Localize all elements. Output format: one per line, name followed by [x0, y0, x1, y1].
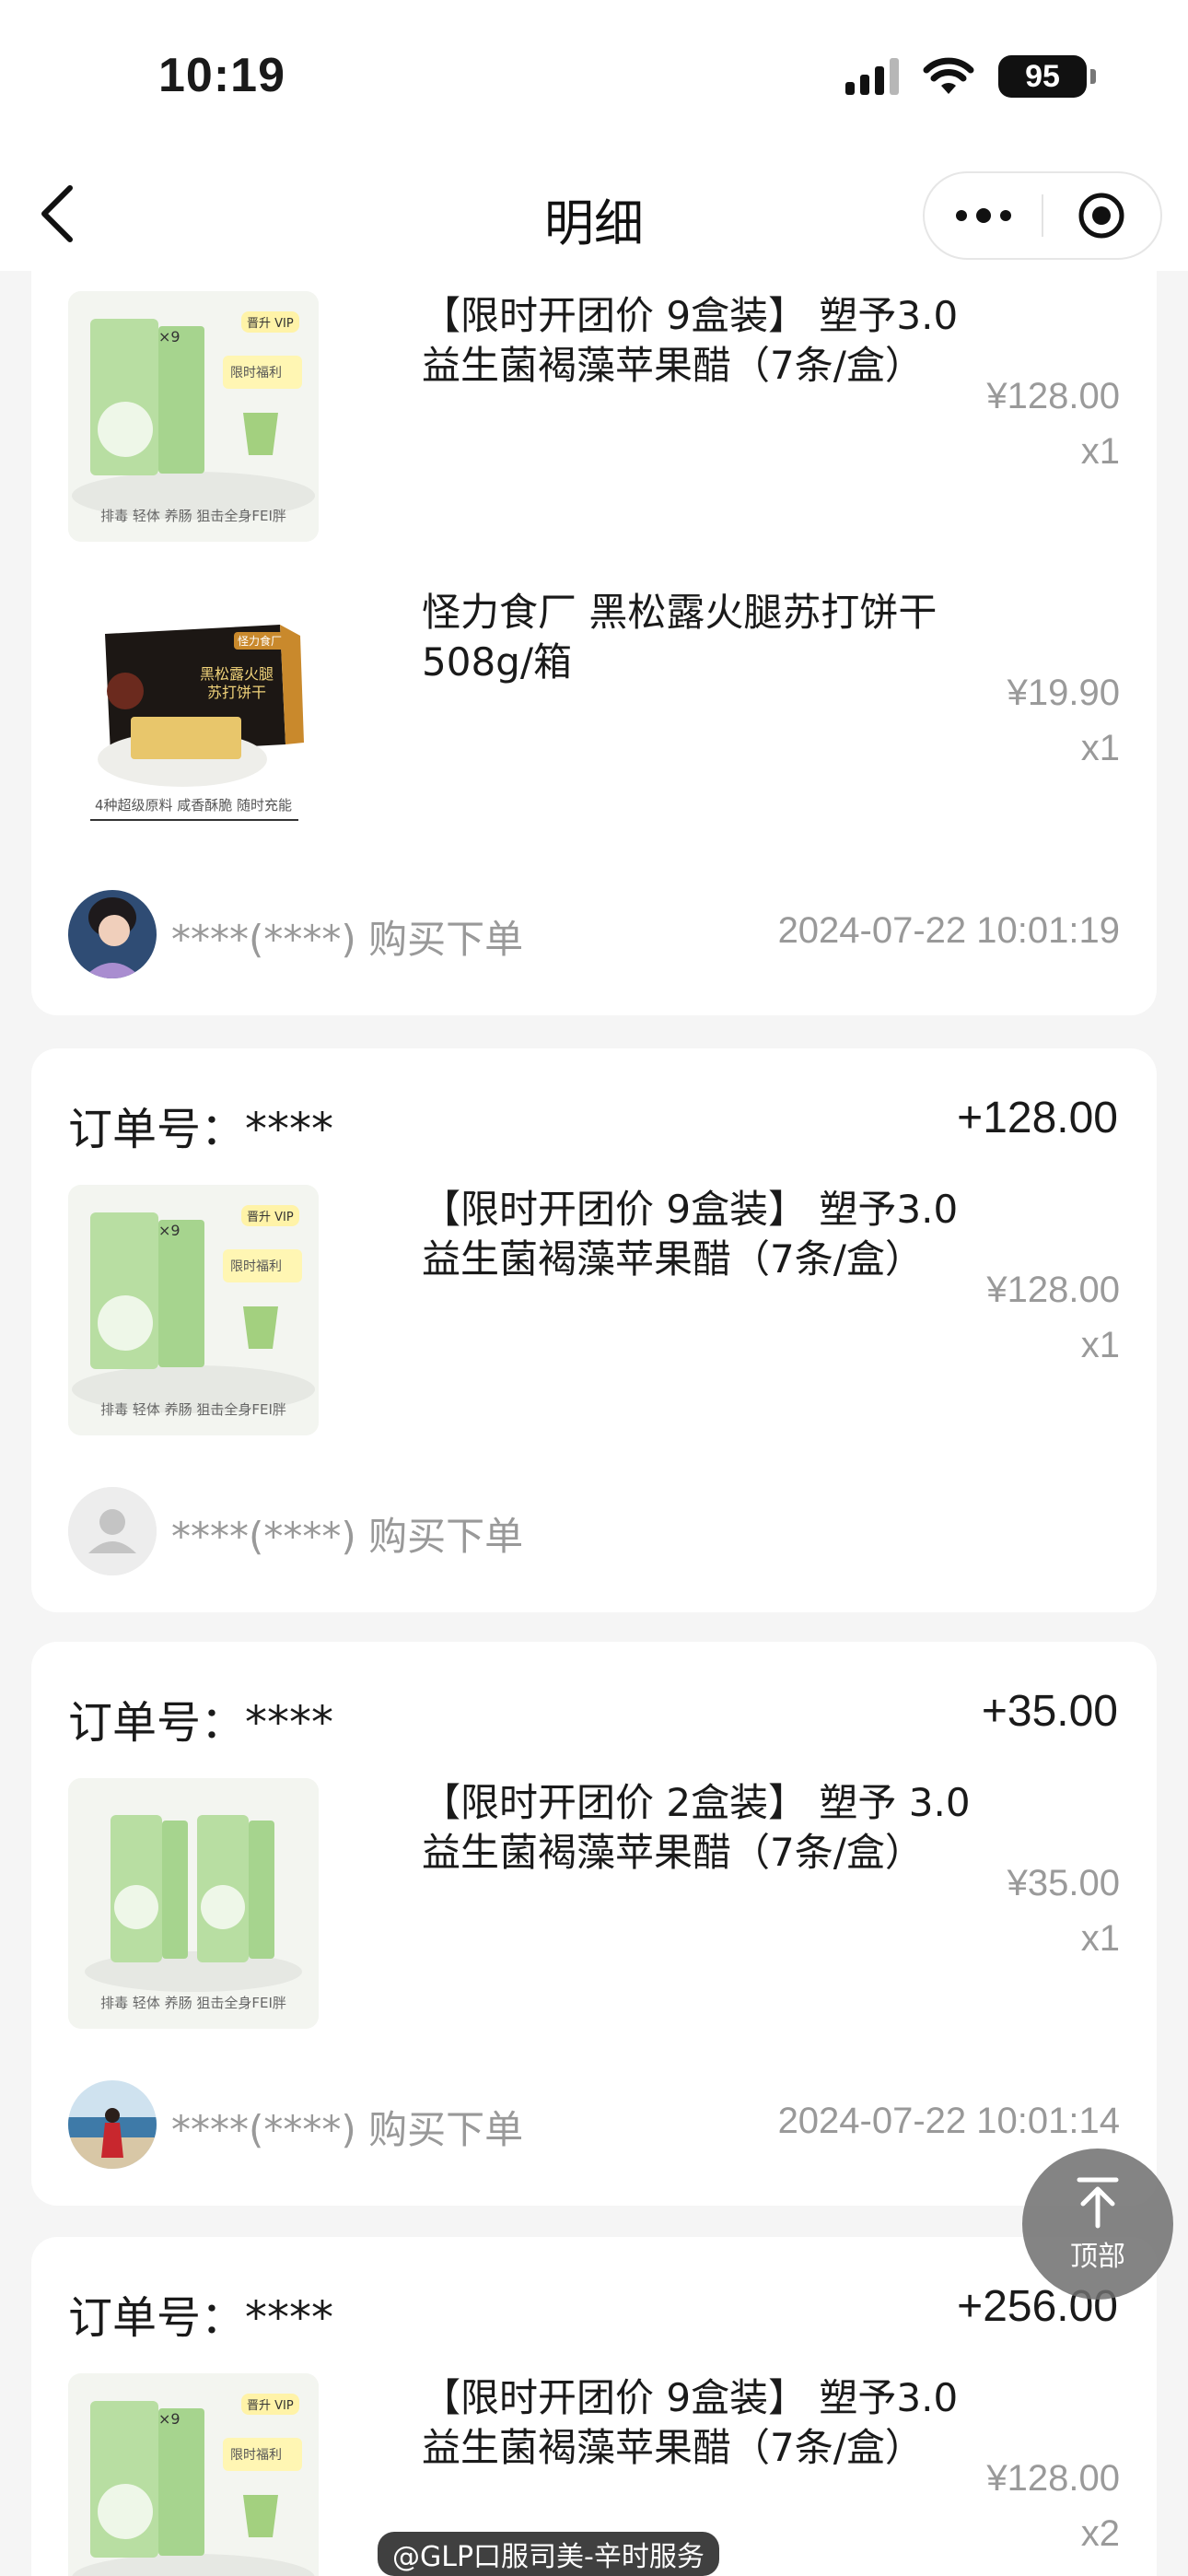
- back-to-top-button[interactable]: 顶部: [1022, 2149, 1173, 2300]
- thumb-caption: 4种超级原料 咸香酥脆 随时充能: [94, 797, 293, 814]
- item-price: ¥35.00: [1007, 1863, 1120, 1903]
- item-price: ¥128.00: [986, 376, 1120, 416]
- thumb-label: 限时福利: [230, 1259, 282, 1274]
- order-card: 订单号：**** +35.00 排毒 轻体 养肠 狙击全身FEI胖 【限时开团价…: [31, 1642, 1157, 2206]
- item-name: 【限时开团价 9盒装】 塑予3.0益生菌褐藻苹果醋（7条/盒）: [422, 293, 959, 388]
- item-name: 【限时开团价 9盒装】 塑予3.0益生菌褐藻苹果醋（7条/盒）: [422, 2375, 959, 2470]
- item-quantity: x1: [1080, 728, 1120, 768]
- close-mini-program-button[interactable]: [1043, 173, 1160, 258]
- thumb-caption: 排毒 轻体 养肠 狙击全身FEI胖: [100, 508, 286, 524]
- mini-program-capsule: [923, 171, 1162, 260]
- item-name: 【限时开团价 9盒装】 塑予3.0益生菌褐藻苹果醋（7条/盒）: [422, 1187, 959, 1282]
- order-card: 订单号：**** +128.00 ×9 晋升 VIP 限时福利 排毒 轻体 养肠…: [31, 1048, 1157, 1612]
- item-price: ¥128.00: [986, 1270, 1120, 1310]
- order-card: ×9 晋升 VIP 限时福利 排毒 轻体 养肠 狙击全身FEI胖 【限时开团价 …: [31, 271, 1157, 1015]
- status-time: 10:19: [158, 49, 285, 102]
- avatar: [68, 2080, 157, 2169]
- thumb-badge: 晋升 VIP: [241, 1205, 299, 1226]
- avatar: [68, 890, 157, 978]
- thumb-tag: ×9: [158, 2410, 181, 2428]
- signal-icon: [845, 58, 899, 95]
- more-button[interactable]: [925, 173, 1042, 258]
- thumb-label: 限时福利: [230, 366, 282, 381]
- thumb-caption: 排毒 轻体 养肠 狙击全身FEI胖: [100, 1401, 286, 1418]
- item-quantity: x1: [1080, 1325, 1120, 1365]
- item-quantity: x2: [1080, 2513, 1120, 2554]
- buyer-text: ****(****) 购买下单: [171, 917, 524, 962]
- target-icon: [1078, 193, 1124, 239]
- back-to-top-label: 顶部: [1070, 2241, 1125, 2273]
- wifi-icon: [923, 57, 974, 94]
- product-thumbnail: 排毒 轻体 养肠 狙击全身FEI胖: [68, 1778, 319, 2029]
- status-bar: 10:19 95: [0, 0, 1188, 157]
- item-quantity: x1: [1080, 1918, 1120, 1959]
- order-amount: +35.00: [981, 1687, 1118, 1736]
- order-item[interactable]: ×9 晋升 VIP 限时福利 排毒 轻体 养肠 狙击全身FEI胖 【限时开团价 …: [68, 291, 1120, 542]
- thumb-badge: 晋升 VIP: [241, 2394, 299, 2415]
- order-item[interactable]: ×9 晋升 VIP 限时福利 排毒 轻体 养肠 狙击全身FEI胖 【限时开团价 …: [68, 1185, 1120, 1435]
- buyer-text: ****(****) 购买下单: [171, 1514, 524, 1559]
- order-amount: +128.00: [957, 1094, 1118, 1142]
- arrow-up-icon: [1077, 2177, 1119, 2229]
- item-price: ¥128.00: [986, 2458, 1120, 2499]
- buyer-row: ****(****) 购买下单: [68, 1487, 1120, 1575]
- order-number: 订单号：****: [68, 1104, 334, 1155]
- watermark: @GLP口服司美-辛时服务: [378, 2532, 719, 2576]
- thumb-tag: ×9: [158, 328, 181, 345]
- order-number: 订单号：****: [68, 2292, 334, 2344]
- thumb-box-title: 黑松露火腿苏打饼干: [199, 665, 274, 701]
- buyer-row: ****(****) 购买下单 2024-07-22 10:01:19: [68, 890, 1120, 978]
- order-item[interactable]: 排毒 轻体 养肠 狙击全身FEI胖 【限时开团价 2盒装】 塑予 3.0益生菌褐…: [68, 1778, 1120, 2029]
- more-dots-icon: [955, 208, 1011, 223]
- item-name: 怪力食厂 黑松露火腿苏打饼干508g/箱: [422, 590, 938, 685]
- buyer-row: ****(****) 购买下单 2024-07-22 10:01:14: [68, 2080, 1120, 2169]
- avatar: [68, 1487, 157, 1575]
- item-quantity: x1: [1080, 431, 1120, 472]
- thumb-badge: 晋升 VIP: [241, 311, 299, 333]
- thumb-brand: 怪力食厂: [234, 632, 286, 650]
- item-name: 【限时开团价 2盒装】 塑予 3.0益生菌褐藻苹果醋（7条/盒）: [422, 1780, 971, 1875]
- order-card: 订单号：**** +256.00 ×9 晋升 VIP 限时福利 【限时开团价 9…: [31, 2237, 1157, 2576]
- product-thumbnail: ×9 晋升 VIP 限时福利: [68, 2373, 319, 2576]
- thumb-caption: 排毒 轻体 养肠 狙击全身FEI胖: [100, 1995, 286, 2011]
- item-price: ¥19.90: [1007, 673, 1120, 713]
- buyer-text: ****(****) 购买下单: [171, 2107, 524, 2152]
- product-thumbnail: 怪力食厂 黑松露火腿苏打饼干 4种超级原料 咸香酥脆 随时充能: [68, 588, 319, 838]
- order-item[interactable]: 怪力食厂 黑松露火腿苏打饼干 4种超级原料 咸香酥脆 随时充能 怪力食厂 黑松露…: [68, 588, 1120, 838]
- product-thumbnail: ×9 晋升 VIP 限时福利 排毒 轻体 养肠 狙击全身FEI胖: [68, 1185, 319, 1435]
- order-time: 2024-07-22 10:01:14: [777, 2101, 1120, 2141]
- status-icons: 95: [845, 55, 1096, 98]
- nav-bar: 明细: [0, 157, 1188, 271]
- battery-icon: 95: [998, 55, 1096, 98]
- order-number: 订单号：****: [68, 1697, 334, 1749]
- user-placeholder-icon: [68, 1487, 157, 1575]
- thumb-tag: ×9: [158, 1222, 181, 1239]
- thumb-label: 限时福利: [230, 2448, 282, 2463]
- order-time: 2024-07-22 10:01:19: [777, 910, 1120, 951]
- product-thumbnail: ×9 晋升 VIP 限时福利 排毒 轻体 养肠 狙击全身FEI胖: [68, 291, 319, 542]
